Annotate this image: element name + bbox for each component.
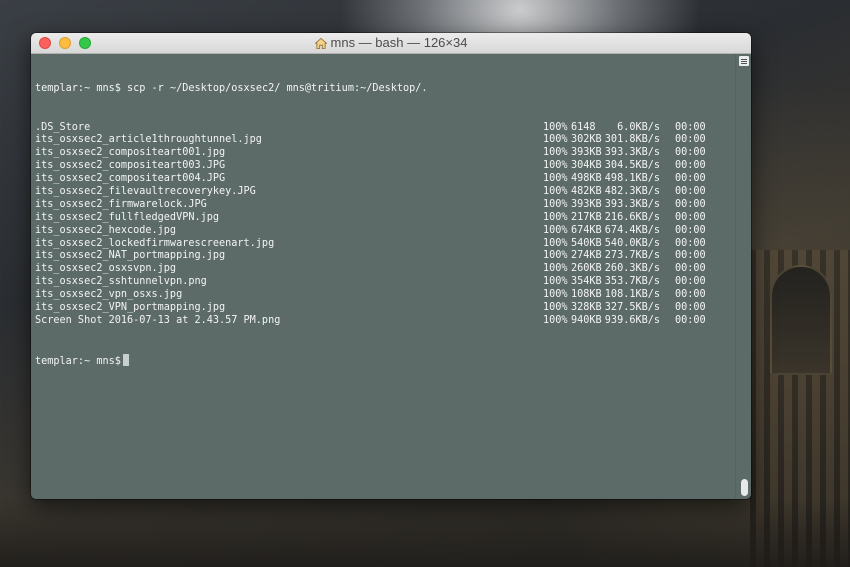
transfer-row: its_osxsec2_fullfledgedVPN.jpg 100% 217KB 2… (35, 212, 735, 225)
transfer-rate: 353.7KB/s (604, 276, 660, 288)
transfer-rate: 327.5KB/s (604, 301, 660, 313)
command-line: templar:~ mns$ scp -r ~/Desktop/osxsec2/… (35, 83, 735, 96)
terminal-window: mns — bash — 126×34 templar:~ mns$ scp -… (31, 33, 751, 499)
final-prompt: templar:~ mns$ (35, 355, 121, 367)
transfer-time: 00:00 (675, 263, 706, 275)
window-title: mns — bash — 126×34 (31, 33, 751, 53)
transfer-rate: 393.3KB/s (604, 198, 660, 210)
transfer-row: its_osxsec2_article1throughtunnel.jpg 100… (35, 134, 735, 147)
transfer-row: its_osxsec2_filevaultrecoverykey.JPG 100%… (35, 186, 735, 199)
transfer-filename: its_osxsec2_NAT_portmapping.jpg (35, 250, 226, 262)
window-title-text: mns — bash — 126×34 (330, 35, 468, 50)
transfer-row: its_osxsec2_sshtunnelvpn.png 100% 354KB 353… (35, 276, 735, 289)
transfer-filename: its_osxsec2_VPN_portmapping.jpg (35, 301, 226, 313)
transfer-percent: 100% (543, 314, 568, 326)
transfer-row: its_osxsec2_osxsvpn.jpg 100% 260KB 260.3KB/… (35, 263, 735, 276)
transfer-time: 00:00 (675, 314, 706, 326)
scrollbar-thumb[interactable] (741, 479, 748, 496)
transfer-percent: 100% (543, 147, 568, 159)
transfer-time: 00:00 (675, 250, 706, 262)
transfer-time: 00:00 (675, 121, 706, 133)
transfer-rate: 939.6KB/s (604, 314, 660, 326)
transfer-filename: its_osxsec2_vpn_osxs.jpg (35, 289, 183, 301)
prompt: templar:~ mns$ (35, 82, 121, 94)
transfer-time: 00:00 (675, 160, 706, 172)
command-text: scp -r ~/Desktop/osxsec2/ mns@tritium:~/… (127, 82, 428, 94)
transfer-rate: 6.0KB/s (617, 121, 660, 133)
transfer-time: 00:00 (675, 301, 706, 313)
transfer-row: its_osxsec2_compositeart001.jpg 100% 393KB… (35, 147, 735, 160)
transfer-row: its_osxsec2_vpn_osxs.jpg 100% 108KB 108.1KB… (35, 289, 735, 302)
desktop-wallpaper-floor (0, 497, 850, 567)
scrollbar[interactable] (735, 54, 751, 499)
final-prompt-line: templar:~ mns$ (35, 353, 735, 367)
desktop-wallpaper-arch (770, 265, 832, 375)
transfer-filename: its_osxsec2_compositeart001.jpg (35, 147, 226, 159)
transfer-percent: 100% (543, 289, 568, 301)
transfer-percent: 100% (543, 237, 568, 249)
transfer-time: 00:00 (675, 237, 706, 249)
transfer-time: 00:00 (675, 173, 706, 185)
transfer-filename: its_osxsec2_osxsvpn.jpg (35, 263, 177, 275)
transfer-time: 00:00 (675, 289, 706, 301)
transfer-filename: its_osxsec2_compositeart003.JPG (35, 160, 226, 172)
transfer-percent: 100% (543, 121, 568, 133)
transfer-rate: 482.3KB/s (604, 185, 660, 197)
transfer-percent: 100% (543, 211, 568, 223)
transfer-filename: its_osxsec2_compositeart004.JPG (35, 173, 226, 185)
transfer-rate: 108.1KB/s (604, 289, 660, 301)
transfer-rate: 301.8KB/s (604, 134, 660, 146)
transfer-row: its_osxsec2_lockedfirmwarescreenart.jpg 1… (35, 238, 735, 251)
transfer-percent: 100% (543, 250, 568, 262)
transfer-percent: 100% (543, 198, 568, 210)
transfer-time: 00:00 (675, 198, 706, 210)
transfer-row: Screen Shot 2016-07-13 at 2.43.57 PM.png… (35, 315, 735, 328)
transfer-rate: 674.4KB/s (604, 224, 660, 236)
transfer-filename: .DS_Store (35, 121, 91, 133)
transfer-rate: 540.0KB/s (604, 237, 660, 249)
transfer-percent: 100% (543, 185, 568, 197)
scrollbar-menu-icon[interactable] (739, 56, 749, 66)
transfer-filename: its_osxsec2_filevaultrecoverykey.JPG (35, 185, 256, 197)
transfer-row: its_osxsec2_compositeart003.JPG 100% 304KB… (35, 160, 735, 173)
transfer-row: its_osxsec2_VPN_portmapping.jpg 100% 328KB… (35, 302, 735, 315)
transfer-time: 00:00 (675, 211, 706, 223)
transfer-filename: Screen Shot 2016-07-13 at 2.43.57 PM.png (35, 314, 281, 326)
transfer-rate: 393.3KB/s (604, 147, 660, 159)
transfer-rate: 498.1KB/s (604, 173, 660, 185)
transfer-rate: 273.7KB/s (604, 250, 660, 262)
transfer-filename: its_osxsec2_fullfledgedVPN.jpg (35, 211, 220, 223)
transfer-filename: its_osxsec2_lockedfirmwarescreenart.jpg (35, 237, 275, 249)
transfer-filename: its_osxsec2_article1throughtunnel.jpg (35, 134, 262, 146)
transfer-rate: 260.3KB/s (604, 263, 660, 275)
transfer-percent: 100% (543, 276, 568, 288)
text-cursor (122, 353, 129, 366)
transfer-row: its_osxsec2_compositeart004.JPG 100% 498KB… (35, 173, 735, 186)
transfer-time: 00:00 (675, 147, 706, 159)
transfer-row: its_osxsec2_NAT_portmapping.jpg 100% 274KB… (35, 250, 735, 263)
transfer-percent: 100% (543, 301, 568, 313)
transfer-percent: 100% (543, 173, 568, 185)
transfer-row: its_osxsec2_firmwarelock.JPG 100% 393KB 393… (35, 199, 735, 212)
transfer-filename: its_osxsec2_hexcode.jpg (35, 224, 177, 236)
transfer-list: .DS_Store 100% 6148 6.0KB/s 00:00 its_osxsec2… (35, 122, 735, 328)
transfer-percent: 100% (543, 224, 568, 236)
transfer-percent: 100% (543, 160, 568, 172)
transfer-percent: 100% (543, 263, 568, 275)
home-icon (314, 38, 327, 49)
transfer-time: 00:00 (675, 134, 706, 146)
title-bar[interactable]: mns — bash — 126×34 (31, 33, 751, 54)
transfer-size: 6148 (571, 121, 596, 133)
transfer-filename: its_osxsec2_firmwarelock.JPG (35, 198, 207, 210)
transfer-time: 00:00 (675, 224, 706, 236)
transfer-row: .DS_Store 100% 6148 6.0KB/s 00:00 (35, 122, 735, 135)
terminal-output[interactable]: templar:~ mns$ scp -r ~/Desktop/osxsec2/… (31, 54, 735, 499)
transfer-time: 00:00 (675, 276, 706, 288)
transfer-rate: 216.6KB/s (604, 211, 660, 223)
transfer-percent: 100% (543, 134, 568, 146)
transfer-row: its_osxsec2_hexcode.jpg 100% 674KB 674.4KB/… (35, 225, 735, 238)
transfer-time: 00:00 (675, 185, 706, 197)
transfer-rate: 304.5KB/s (604, 160, 660, 172)
transfer-filename: its_osxsec2_sshtunnelvpn.png (35, 276, 207, 288)
